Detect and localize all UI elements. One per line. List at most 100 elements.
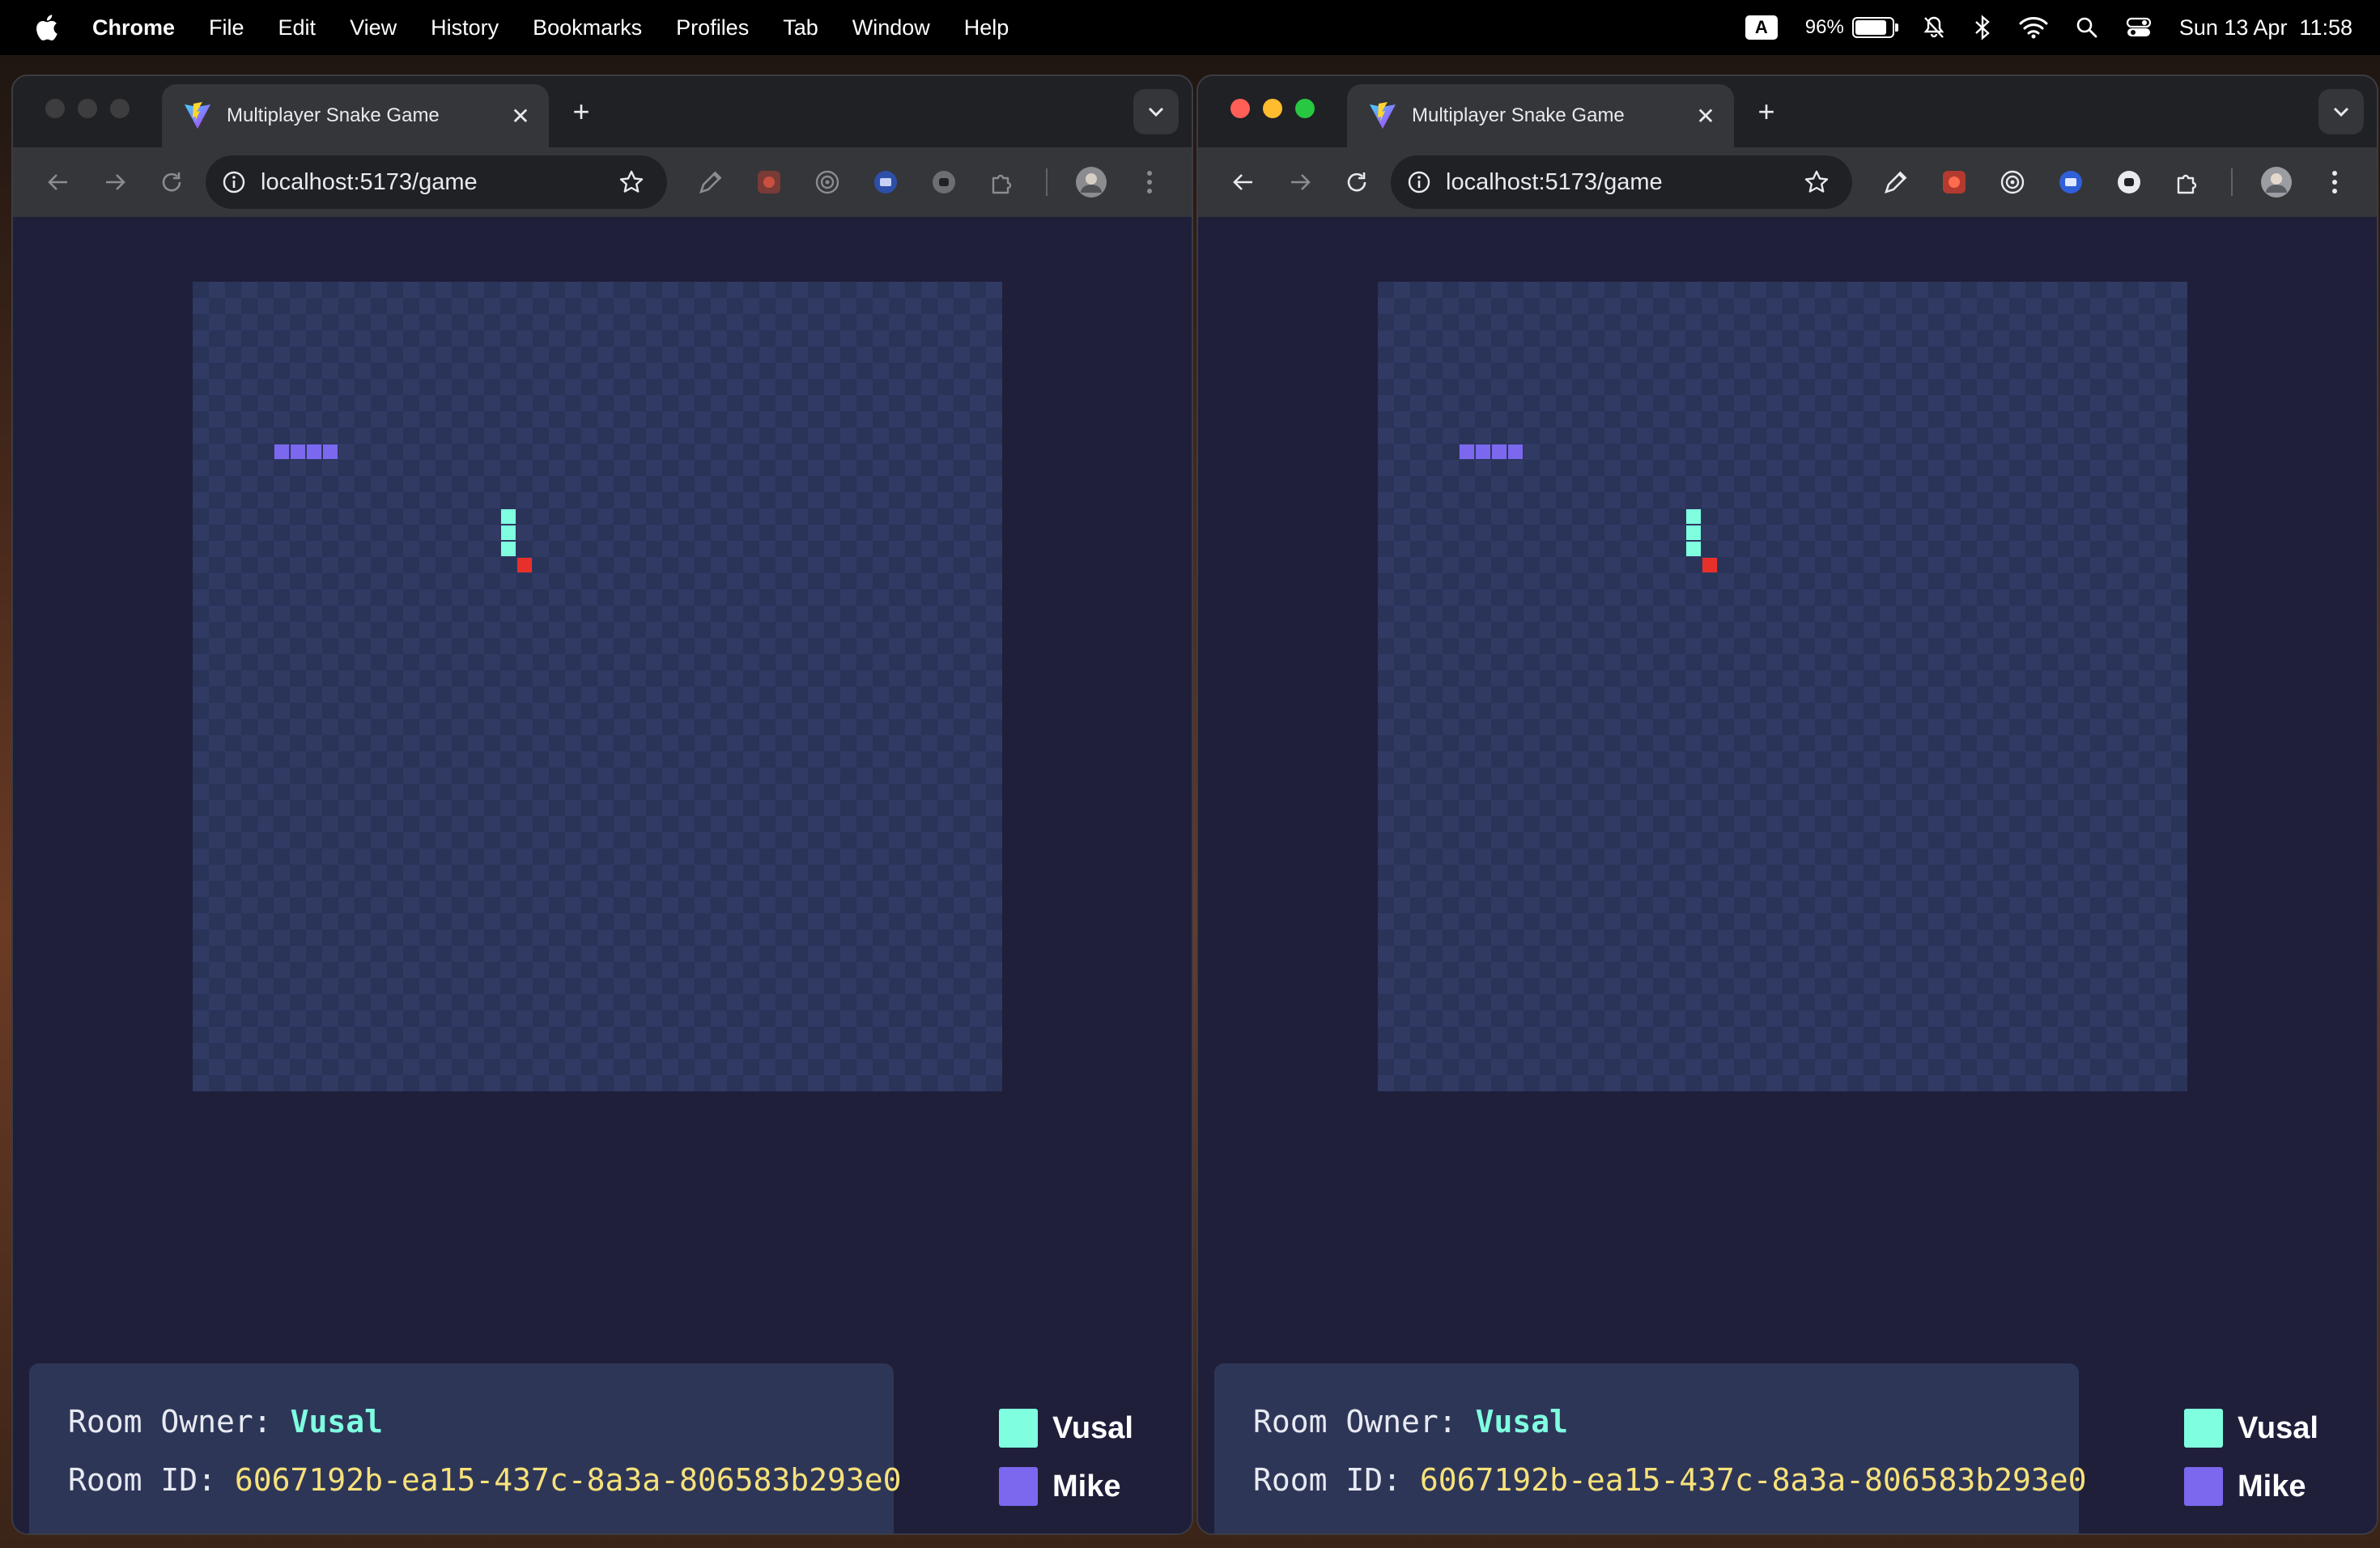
address-bar[interactable]: localhost:5173/game <box>1391 155 1852 209</box>
blue-extension-icon[interactable] <box>868 164 903 200</box>
close-window-button[interactable] <box>1230 99 1250 118</box>
control-center-icon[interactable] <box>2126 16 2152 39</box>
battery-icon <box>1851 17 1898 38</box>
player-legend: Vusal Mike <box>2184 1399 2318 1516</box>
profile-avatar[interactable] <box>1073 164 1109 200</box>
room-info-panel: Room Owner: Vusal Room ID: 6067192b-ea15… <box>29 1363 902 1533</box>
snake-segment-mike <box>323 444 338 459</box>
room-id-value: 6067192b-ea15-437c-8a3a-806583b293e0 <box>1419 1462 2087 1498</box>
blue-extension-icon[interactable] <box>2053 164 2089 200</box>
game-board[interactable] <box>193 282 1002 1091</box>
tab-search-button[interactable] <box>1133 89 1179 134</box>
menu-tab[interactable]: Tab <box>783 15 818 40</box>
player-name: Vusal <box>2238 1410 2318 1445</box>
zoom-window-button[interactable] <box>1295 99 1315 118</box>
gray-extension-icon[interactable] <box>2111 164 2147 200</box>
vite-logo-icon <box>185 102 210 129</box>
room-id-row: Room ID: 6067192b-ea15-437c-8a3a-806583b… <box>1253 1462 2087 1520</box>
snake-segment-mike <box>1476 444 1490 459</box>
room-info-panel: Room Owner: Vusal Room ID: 6067192b-ea15… <box>1214 1363 2087 1533</box>
new-tab-button[interactable]: + <box>563 94 599 130</box>
tab-close-icon[interactable]: ✕ <box>1692 102 1719 130</box>
new-tab-button[interactable]: + <box>1749 94 1784 130</box>
menu-view[interactable]: View <box>350 15 397 40</box>
minimize-window-button[interactable] <box>1263 99 1282 118</box>
menu-file[interactable]: File <box>209 15 244 40</box>
bookmark-star-icon[interactable] <box>1804 169 1830 195</box>
snake-segment-vusal <box>501 525 516 540</box>
food-item <box>517 558 532 572</box>
snake-segment-mike <box>1460 444 1474 459</box>
wifi-icon[interactable] <box>2019 16 2048 39</box>
red-extension-icon[interactable] <box>1936 164 1972 200</box>
apple-menu-icon[interactable] <box>32 14 60 41</box>
site-info-icon[interactable] <box>222 170 246 194</box>
input-source-indicator[interactable]: A <box>1745 15 1778 40</box>
minimize-window-button[interactable] <box>78 99 97 118</box>
menu-clock[interactable]: Sun 13 Apr 11:58 <box>2179 15 2352 40</box>
snake-segment-mike <box>307 444 321 459</box>
room-owner-value: Vusal <box>1475 1404 1568 1440</box>
room-id-label: Room ID: <box>1253 1462 1402 1498</box>
tab-strip: Multiplayer Snake Game ✕ + <box>13 76 1192 147</box>
page-viewport: Room Owner: Vusal Room ID: 6067192b-ea15… <box>1198 217 2377 1533</box>
menu-profiles[interactable]: Profiles <box>676 15 749 40</box>
target-extension-icon[interactable] <box>1995 164 2030 200</box>
back-button[interactable] <box>39 163 78 202</box>
tab-active[interactable]: Multiplayer Snake Game ✕ <box>162 84 549 147</box>
address-bar[interactable]: localhost:5173/game <box>206 155 667 209</box>
spotlight-search-icon[interactable] <box>2076 16 2098 39</box>
legend-item: Mike <box>2184 1457 2318 1516</box>
forward-button[interactable] <box>96 163 134 202</box>
room-owner-label: Room Owner: <box>68 1404 272 1440</box>
snake-segment-mike <box>291 444 305 459</box>
tab-close-icon[interactable]: ✕ <box>507 102 534 130</box>
menu-history[interactable]: History <box>431 15 499 40</box>
bookmark-star-icon[interactable] <box>618 169 644 195</box>
extensions-puzzle-icon[interactable] <box>984 164 1020 200</box>
reload-button[interactable] <box>152 163 191 202</box>
zoom-window-button[interactable] <box>110 99 130 118</box>
more-menu-icon[interactable] <box>2317 164 2352 200</box>
menu-bookmarks[interactable]: Bookmarks <box>533 15 642 40</box>
menu-help[interactable]: Help <box>964 15 1009 40</box>
forward-button[interactable] <box>1281 163 1320 202</box>
menu-window[interactable]: Window <box>852 15 930 40</box>
snake-segment-vusal <box>1686 542 1701 556</box>
url-text[interactable]: localhost:5173/game <box>1446 169 1663 196</box>
reload-icon <box>162 172 181 192</box>
arrow-right-icon <box>1291 174 1311 190</box>
reload-button[interactable] <box>1337 163 1376 202</box>
more-menu-icon[interactable] <box>1132 164 1167 200</box>
gray-extension-icon[interactable] <box>926 164 962 200</box>
target-extension-icon[interactable] <box>810 164 845 200</box>
mute-icon[interactable] <box>1922 15 1946 40</box>
profile-avatar[interactable] <box>2259 164 2294 200</box>
site-info-icon[interactable] <box>1407 170 1431 194</box>
tab-title: Multiplayer Snake Game <box>227 104 440 126</box>
room-owner-row: Room Owner: Vusal <box>68 1404 894 1462</box>
snake-segment-mike <box>1508 444 1523 459</box>
url-text[interactable]: localhost:5173/game <box>261 169 478 196</box>
eyedropper-extension-icon[interactable] <box>1878 164 1914 200</box>
back-button[interactable] <box>1224 163 1263 202</box>
menu-app-name[interactable]: Chrome <box>92 15 175 40</box>
arrow-left-icon <box>48 174 67 190</box>
battery-status[interactable]: 96% <box>1805 16 1898 39</box>
menu-edit[interactable]: Edit <box>278 15 317 40</box>
tab-active[interactable]: Multiplayer Snake Game ✕ <box>1347 84 1734 147</box>
status-area: A 96% Sun 13 Apr 11:58 <box>1718 0 2352 55</box>
eyedropper-extension-icon[interactable] <box>693 164 729 200</box>
legend-item: Mike <box>999 1457 1133 1516</box>
browser-toolbar: localhost:5173/game <box>1198 147 2377 217</box>
extensions-puzzle-icon[interactable] <box>2170 164 2205 200</box>
snake-segment-vusal <box>1686 509 1701 524</box>
game-board[interactable] <box>1378 282 2187 1091</box>
red-extension-icon[interactable] <box>751 164 787 200</box>
tab-search-button[interactable] <box>2318 89 2364 134</box>
room-owner-row: Room Owner: Vusal <box>1253 1404 2079 1462</box>
player-color-swatch <box>2184 1409 2223 1448</box>
arrow-left-icon <box>1233 174 1252 190</box>
close-window-button[interactable] <box>45 99 65 118</box>
bluetooth-icon[interactable] <box>1974 15 1991 40</box>
